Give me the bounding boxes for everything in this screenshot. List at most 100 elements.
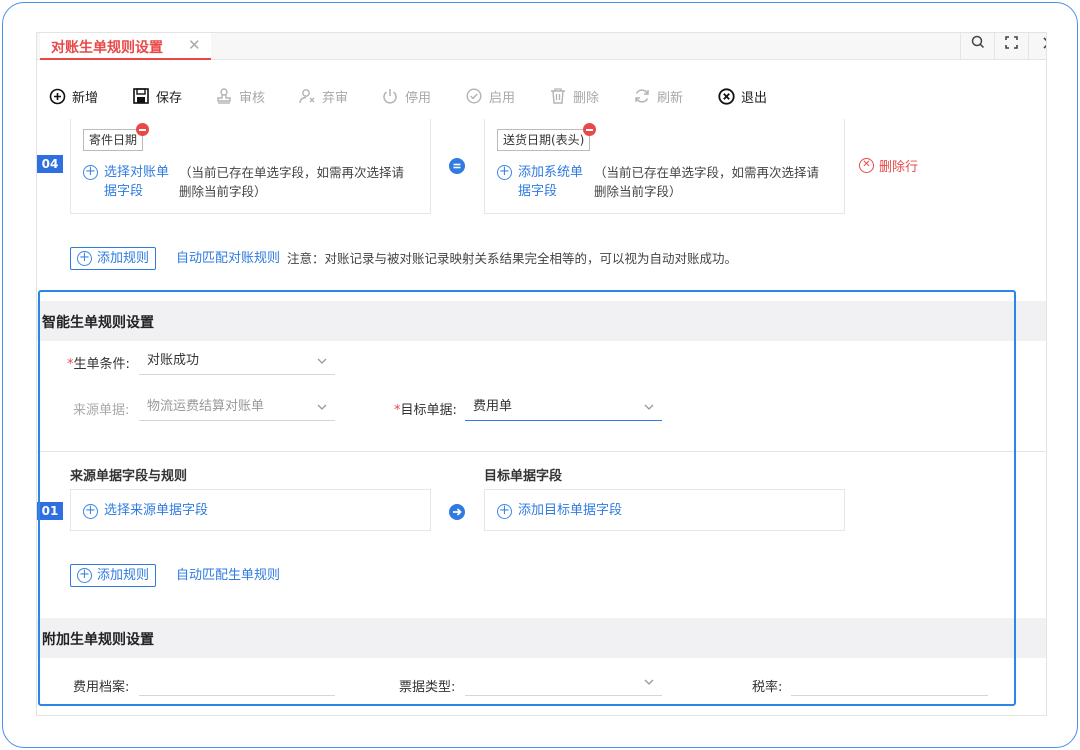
select-source-field-link[interactable]: 选择来源单据字段 [104, 501, 208, 520]
field-hint-2: 删除当前字段） [179, 184, 267, 199]
left-field-card: 寄件日期 + 选择对账单 据字段 （当前已存在单选字段，如需再次选择请 删除当前… [70, 119, 431, 214]
condition-select[interactable]: 对账成功 [139, 349, 335, 375]
exit-button[interactable]: 退出 [717, 81, 767, 111]
delete-button-label: 删除 [573, 90, 600, 106]
target-field-card: + 添加目标单据字段 [484, 489, 845, 531]
disable-button-label: 停用 [405, 90, 432, 106]
add-rule-button[interactable]: + 添加规则 [70, 564, 157, 587]
tax-rate-input[interactable] [791, 670, 988, 696]
save-button[interactable]: 保存 [132, 81, 182, 111]
condition-value: 对账成功 [147, 353, 200, 368]
source-field-card: + 选择来源单据字段 [70, 489, 431, 531]
add-target-field-link[interactable]: 添加目标单据字段 [518, 501, 622, 520]
auto-match-gen-link[interactable]: 自动匹配生单规则 [176, 566, 280, 585]
field-hint: （当前已存在单选字段，如需再次选择请 [179, 165, 405, 180]
field-chip: 寄件日期 [83, 123, 150, 151]
add-button-label: 新增 [72, 90, 99, 106]
field-hint: （当前已存在单选字段，如需再次选择请 [594, 165, 820, 180]
remove-chip-icon[interactable] [583, 123, 597, 136]
source-doc-value: 物流运费结算对账单 [147, 399, 265, 414]
refresh-icon [633, 87, 651, 105]
add-rule-button[interactable]: + 添加规则 [70, 247, 157, 270]
add-button[interactable]: 新增 [48, 81, 98, 111]
enable-button[interactable]: 启用 [465, 81, 515, 111]
user-x-icon [298, 87, 316, 105]
close-circle-icon: ✕ [859, 158, 874, 173]
refresh-button[interactable]: 刷新 [633, 81, 683, 111]
disable-button[interactable]: 停用 [381, 81, 431, 111]
delete-button[interactable]: 删除 [549, 81, 599, 111]
tab-close-icon[interactable]: ✕ [188, 36, 201, 54]
fee-archive-label: 费用档案: [73, 680, 130, 695]
auto-match-recon-link[interactable]: 自动匹配对账规则 [176, 249, 280, 268]
plus-circle-icon[interactable]: + [497, 165, 512, 180]
smart-rule-section-header: 智能生单规则设置 [37, 301, 1046, 341]
exit-button-label: 退出 [741, 90, 768, 106]
source-fields-title: 来源单据字段与规则 [70, 469, 188, 484]
search-icon[interactable] [960, 33, 994, 59]
right-field-card: 送货日期(表头) + 添加系统单 据字段 （当前已存在单选字段，如需再次选择请 … [484, 119, 845, 214]
target-doc-label: *目标单据: [394, 403, 457, 418]
section-title: 智能生单规则设置 [42, 315, 154, 331]
toolbar: 新增 保存 审核 弃审 停用 启用 删除 刷新 退出 [37, 81, 1046, 111]
add-rule-label: 添加规则 [97, 568, 150, 583]
chevron-right-icon[interactable] [1028, 33, 1046, 59]
chevron-down-icon [644, 395, 654, 428]
add-system-field-link-2[interactable]: 据字段 [518, 182, 557, 201]
target-doc-select[interactable]: 费用单 [465, 395, 662, 421]
field-chip: 送货日期(表头) [497, 123, 597, 151]
delete-row-button[interactable]: ✕ 删除行 [859, 156, 918, 175]
add-system-field-link[interactable]: 添加系统单 [518, 163, 583, 182]
arrow-right-icon [449, 504, 465, 520]
unapprove-button[interactable]: 弃审 [298, 81, 348, 111]
fullscreen-icon[interactable] [994, 33, 1028, 59]
plus-circle-icon[interactable]: + [83, 165, 98, 180]
delete-row-label: 删除行 [879, 160, 919, 175]
tax-rate-label: 税率: [752, 680, 783, 695]
tab-active[interactable]: 对账生单规则设置 ✕ [40, 33, 211, 60]
refresh-button-label: 刷新 [657, 90, 684, 106]
equals-icon [449, 158, 465, 174]
source-doc-select[interactable]: 物流运费结算对账单 [139, 395, 335, 421]
plus-circle-icon: + [77, 568, 92, 583]
fee-archive-input[interactable] [139, 670, 335, 696]
bill-type-label: 票据类型: [399, 680, 456, 695]
chevron-down-icon [317, 349, 327, 382]
source-doc-label: 来源单据: [73, 403, 130, 418]
trash-icon [549, 87, 567, 105]
select-recon-field-link-2[interactable]: 据字段 [104, 182, 143, 201]
save-icon [132, 87, 150, 105]
plus-circle-icon[interactable]: + [83, 504, 98, 519]
tab-title: 对账生单规则设置 [51, 40, 163, 56]
auto-match-note: 注意：对账记录与被对账记录映射关系结果完全相等的，可以视为自动对账成功。 [287, 251, 738, 266]
plus-circle-icon[interactable]: + [497, 504, 512, 519]
plus-circle-icon: + [77, 251, 92, 266]
power-icon [381, 87, 399, 105]
field-hint-2: 删除当前字段） [594, 184, 682, 199]
close-circle-icon [717, 87, 735, 105]
row-number: 01 [37, 502, 63, 520]
save-button-label: 保存 [156, 90, 183, 106]
divider [37, 451, 1046, 452]
app-window: 对账生单规则设置 ✕ 新增 保存 审核 弃审 停用 启用 删除 刷新 退出 04… [36, 32, 1047, 716]
extra-rule-section-header: 附加生单规则设置 [37, 618, 1046, 658]
row-number: 04 [37, 155, 63, 173]
select-recon-field-link[interactable]: 选择对账单 [104, 163, 169, 182]
enable-button-label: 启用 [489, 90, 516, 106]
section-title: 附加生单规则设置 [42, 632, 154, 648]
plus-circle-icon [48, 87, 66, 105]
stamp-icon [215, 87, 233, 105]
check-circle-icon [465, 87, 483, 105]
unapprove-button-label: 弃审 [322, 90, 349, 106]
chevron-down-icon [644, 670, 654, 703]
condition-label: *生单条件: [67, 357, 130, 372]
tab-bar: 对账生单规则设置 ✕ [37, 33, 1046, 60]
approve-button[interactable]: 审核 [215, 81, 265, 111]
field-chip-label: 送货日期(表头) [503, 133, 585, 147]
bill-type-select[interactable] [465, 670, 662, 696]
target-doc-value: 费用单 [473, 399, 513, 414]
target-fields-title: 目标单据字段 [484, 469, 563, 484]
add-rule-label: 添加规则 [97, 251, 150, 266]
remove-chip-icon[interactable] [136, 123, 150, 136]
approve-button-label: 审核 [239, 90, 266, 106]
